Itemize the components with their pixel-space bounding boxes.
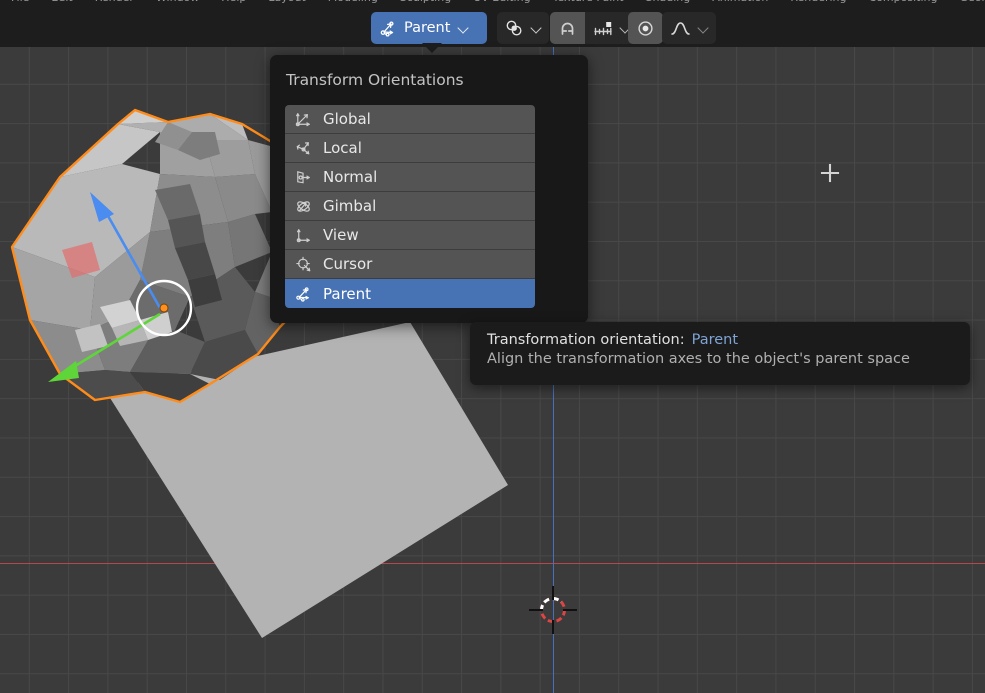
menu-item-render[interactable]: Render <box>84 0 145 8</box>
cursor-crosshair-top <box>552 586 554 600</box>
menu-item-layout[interactable]: Layout <box>257 0 316 8</box>
orientation-gimbal-icon <box>294 197 313 216</box>
orientation-item-label: Local <box>323 139 362 157</box>
top-menu-bar-items[interactable]: FileEditRenderWindowHelpLayoutModelingSc… <box>0 0 985 8</box>
menu-item-uv-editing[interactable]: UV Editing <box>462 0 541 8</box>
orientation-item-gimbal[interactable]: Gimbal <box>285 192 535 221</box>
menu-item-shading[interactable]: Shading <box>635 0 702 8</box>
smooth-falloff-icon <box>669 18 692 39</box>
menu-item-window[interactable]: Window <box>145 0 210 8</box>
add-orientation-button[interactable] <box>818 163 842 187</box>
magnet-icon <box>557 18 578 39</box>
orientation-list[interactable]: Global Local Normal Gimbal View Cursor Parent <box>285 105 535 308</box>
snap-target-button[interactable] <box>585 12 618 44</box>
chevron-down-icon[interactable] <box>458 23 469 34</box>
orientation-cursor-icon <box>294 255 313 274</box>
orientation-item-global[interactable]: Global <box>285 105 535 134</box>
menu-item-help[interactable]: Help <box>210 0 257 8</box>
orientation-local-icon <box>294 139 313 158</box>
menu-item-file[interactable]: File <box>0 0 40 8</box>
proportional-editing-group <box>628 12 663 44</box>
orientation-global-icon <box>294 110 313 129</box>
menu-item-sculpting[interactable]: Sculpting <box>389 0 462 8</box>
snap-toggle-button[interactable] <box>550 12 585 44</box>
orientation-normal-icon <box>294 168 313 187</box>
cursor-crosshair-right <box>563 609 577 611</box>
plus-icon <box>819 162 841 188</box>
menu-item-texture-paint[interactable]: Texture Paint <box>542 0 635 8</box>
tooltip-line-1: Transformation orientation: Parent <box>487 332 953 348</box>
orientation-item-label: Global <box>323 110 371 128</box>
menu-item-geometry-nodes[interactable]: Geometry Nodes <box>948 0 985 8</box>
cursor-crosshair-left <box>529 609 543 611</box>
snap-increment-icon <box>592 18 615 39</box>
orientation-item-normal[interactable]: Normal <box>285 163 535 192</box>
orientation-item-cursor[interactable]: Cursor <box>285 250 535 279</box>
transform-orientation-label: Parent <box>404 20 452 36</box>
orientation-item-label: Gimbal <box>323 197 376 215</box>
tooltip-label: Transformation orientation: <box>487 332 685 348</box>
menu-item-edit[interactable]: Edit <box>40 0 83 8</box>
transform-orientations-panel: Transform Orientations Global Local Normal… <box>270 55 588 323</box>
orientation-view-icon <box>294 226 313 245</box>
pivot-point-icon <box>504 18 525 39</box>
chevron-down-icon[interactable] <box>531 23 542 34</box>
panel-title: Transform Orientations <box>286 71 464 89</box>
dropdown-tail <box>422 43 442 53</box>
blender-window: FileEditRenderWindowHelpLayoutModelingSc… <box>0 0 985 693</box>
orientation-item-label: Normal <box>323 168 377 186</box>
transform-orientation-button[interactable]: Parent <box>371 12 487 44</box>
menu-item-modeling[interactable]: Modeling <box>317 0 389 8</box>
orientation-item-view[interactable]: View <box>285 221 535 250</box>
pivot-point-button[interactable] <box>497 12 549 44</box>
proportional-editing-icon <box>635 18 656 39</box>
chevron-down-icon[interactable] <box>698 23 709 34</box>
orientation-item-local[interactable]: Local <box>285 134 535 163</box>
cursor-crosshair-bottom <box>552 620 554 634</box>
top-menu-bar[interactable]: FileEditRenderWindowHelpLayoutModelingSc… <box>0 0 985 9</box>
orientation-item-label: View <box>323 226 359 244</box>
menu-item-compositing[interactable]: Compositing <box>858 0 949 8</box>
menu-item-rendering[interactable]: Rendering <box>779 0 857 8</box>
viewport-header: Parent <box>0 9 985 47</box>
transform-orientation-parent-icon <box>378 18 398 38</box>
orientation-item-label: Cursor <box>323 255 372 273</box>
proportional-editing-toggle[interactable] <box>628 12 663 44</box>
tooltip: Transformation orientation: Parent Align … <box>470 322 970 385</box>
tooltip-description: Align the transformation axes to the obj… <box>487 351 953 367</box>
tooltip-value: Parent <box>692 332 738 348</box>
snap-group <box>550 12 638 44</box>
orientation-item-label: Parent <box>323 285 371 303</box>
orientation-item-parent[interactable]: Parent <box>285 279 535 308</box>
orientation-parent-icon <box>294 284 313 303</box>
falloff-button[interactable] <box>662 12 716 44</box>
menu-item-animation[interactable]: Animation <box>701 0 779 8</box>
